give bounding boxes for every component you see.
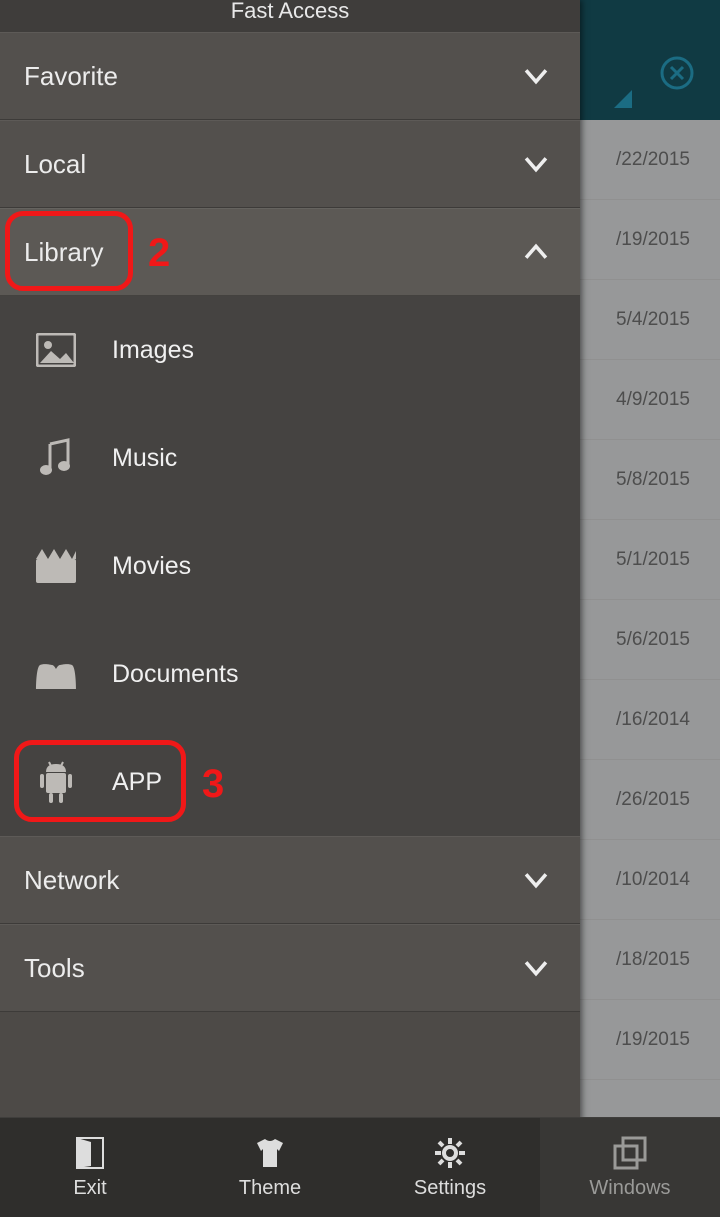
section-tools[interactable]: Tools (0, 924, 580, 1012)
library-item-images[interactable]: Images (0, 296, 580, 404)
library-item-label: Movies (112, 552, 191, 581)
chevron-down-icon (516, 860, 556, 900)
gear-icon (432, 1135, 468, 1171)
section-library[interactable]: Library 2 (0, 208, 580, 296)
theme-icon (252, 1135, 288, 1171)
chevron-down-icon (516, 56, 556, 96)
library-item-documents[interactable]: Documents (0, 620, 580, 728)
library-sub-list: Images Music Movies Documents APP (0, 296, 580, 836)
section-favorite[interactable]: Favorite (0, 32, 580, 120)
section-label: Network (24, 865, 119, 896)
section-local[interactable]: Local (0, 120, 580, 208)
exit-button[interactable]: Exit (0, 1118, 180, 1217)
library-item-label: APP (112, 768, 162, 797)
chevron-up-icon (516, 232, 556, 272)
bottom-label: Windows (589, 1177, 670, 1200)
windows-icon (612, 1135, 648, 1171)
bottom-label: Settings (414, 1177, 486, 1200)
section-label: Tools (24, 953, 85, 984)
section-label: Local (24, 149, 86, 180)
movies-icon (34, 544, 78, 588)
library-item-app[interactable]: APP 3 (0, 728, 580, 836)
library-item-movies[interactable]: Movies (0, 512, 580, 620)
settings-button[interactable]: Settings (360, 1118, 540, 1217)
annotation-number: 3 (202, 762, 224, 807)
library-item-music[interactable]: Music (0, 404, 580, 512)
bottom-bar: Exit Theme Settings Windows (0, 1117, 720, 1217)
library-item-label: Documents (112, 660, 238, 689)
android-icon (34, 760, 78, 804)
windows-button[interactable]: Windows (540, 1118, 720, 1217)
chevron-down-icon (516, 948, 556, 988)
exit-icon (72, 1135, 108, 1171)
library-item-label: Music (112, 444, 177, 473)
fast-access-drawer: Fast Access Favorite Local Library 2 Ima… (0, 0, 580, 1217)
section-label: Library (24, 237, 103, 268)
drawer-title: Fast Access (0, 0, 580, 32)
theme-button[interactable]: Theme (180, 1118, 360, 1217)
image-icon (34, 328, 78, 372)
chevron-down-icon (516, 144, 556, 184)
annotation-number: 2 (148, 231, 170, 276)
bottom-label: Theme (239, 1177, 301, 1200)
section-label: Favorite (24, 61, 118, 92)
section-network[interactable]: Network (0, 836, 580, 924)
bottom-label: Exit (73, 1177, 106, 1200)
documents-icon (34, 652, 78, 696)
music-icon (34, 436, 78, 480)
library-item-label: Images (112, 336, 194, 365)
